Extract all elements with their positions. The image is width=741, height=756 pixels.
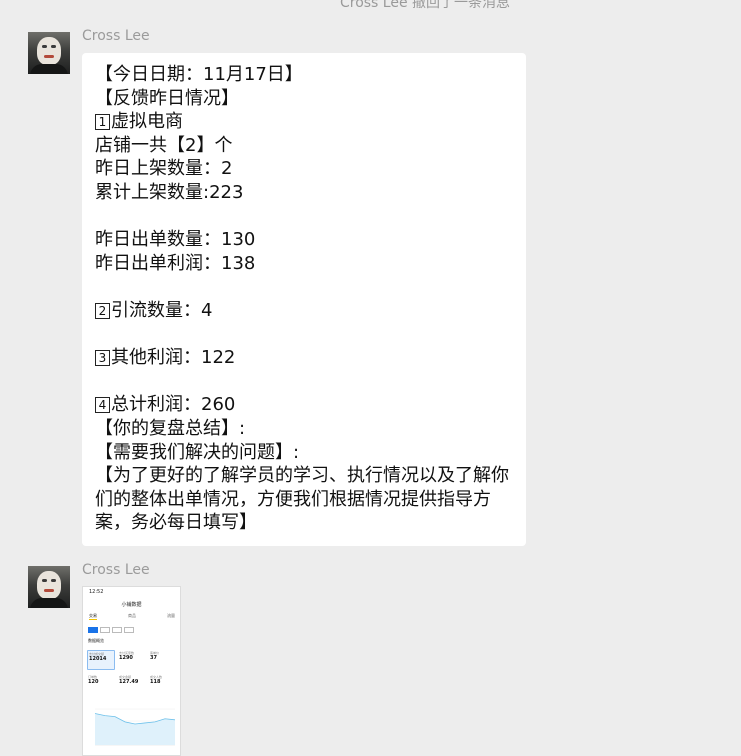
phone-metrics-grid: 支付成交额 12014 支付买家数 1290 客单价 37 订单数 120 成交金额 127.49… [87, 650, 177, 694]
keycap-number-icon: 1 [95, 114, 110, 131]
message-line-text: 【今日日期：11月17日】 [95, 64, 303, 85]
message-line-text: 其他利润：122 [111, 347, 236, 369]
message-line: 【反馈昨日情况】 [95, 87, 526, 111]
phone-metric-card: 成交人数 118 [149, 674, 177, 694]
message-line: 【需要我们解决的问题】: [95, 441, 526, 465]
message-line [95, 370, 526, 394]
sender-name: Cross Lee [82, 562, 150, 578]
message-line: 昨日出单数量：130 [95, 228, 526, 252]
keycap-number-icon: 4 [95, 397, 110, 414]
message-line-text: 引流数量：4 [111, 299, 213, 321]
phone-status-time: 12:52 [89, 589, 104, 595]
message-line [95, 275, 526, 299]
message-line: 店铺一共【2】个 [95, 134, 526, 158]
phone-metric-value: 12014 [89, 656, 107, 662]
phone-metric-card: 成交金额 127.49 [118, 674, 146, 694]
message-line: 【今日日期：11月17日】 [95, 63, 526, 87]
phone-tab: 商品 [128, 613, 136, 618]
phone-metric-value: 127.49 [119, 679, 139, 685]
message-line-text: 昨日上架数量：2 [95, 158, 233, 180]
phone-metric-card: 支付成交额 12014 [87, 650, 115, 670]
message-line-text: 虚拟电商 [111, 111, 183, 133]
message-line: 3 其他利润：122 [95, 346, 526, 370]
message-line [95, 323, 526, 347]
message-bubble[interactable]: 【今日日期：11月17日】 【反馈昨日情况】 1 虚拟电商 店铺一共【2】个 昨日上架数量… [82, 53, 526, 546]
phone-tab: 流量 [167, 613, 175, 618]
message-line: 昨日上架数量：2 [95, 157, 526, 181]
message-line-text: 昨日出单数量：130 [95, 229, 256, 251]
message-line: 2 引流数量：4 [95, 299, 526, 323]
sender-avatar[interactable] [28, 32, 70, 74]
phone-metric-card: 客单价 37 [149, 650, 177, 670]
message-line-text: 总计利润：260 [111, 394, 236, 416]
message-line [95, 205, 526, 229]
phone-metric-card: 支付买家数 1290 [118, 650, 146, 670]
message-line-text: 店铺一共【2】个 [95, 134, 233, 156]
phone-metric-value: 120 [88, 679, 99, 685]
phone-trend-chart [94, 708, 176, 746]
sender-name: Cross Lee [82, 28, 150, 44]
phone-page-title: 小铺数据 [121, 602, 142, 608]
message-line: 【你的复盘总结】: [95, 417, 526, 441]
recall-notice: Cross Lee 撤回了一条消息 [339, 0, 511, 11]
sender-avatar[interactable] [28, 566, 70, 608]
message-line-text: 【你的复盘总结】: [95, 417, 246, 439]
phone-metric-value: 1290 [119, 655, 133, 661]
phone-tab: 交易 [89, 613, 97, 620]
keycap-number-icon: 3 [95, 350, 110, 367]
message-line-text: 【需要我们解决的问题】: [95, 441, 300, 463]
image-message[interactable]: 12:52 小铺数据 交易 商品 流量 数据概览 支付成交额 12014 支付买家数… [82, 586, 181, 756]
phone-metric-card: 订单数 120 [87, 674, 115, 694]
phone-metric-value: 118 [150, 679, 161, 685]
message-line: 昨日出单利润：138 [95, 252, 526, 276]
phone-metric-value: 37 [150, 655, 157, 661]
message-line-text: 【为了更好的了解学员的学习、执行情况以及了解你们的整体出单情况，方便我们根据情况… [95, 465, 509, 534]
message-line: 1 虚拟电商 [95, 110, 526, 134]
message-line-text: 【反馈昨日情况】 [95, 87, 239, 109]
phone-tabs: 交易 商品 流量 [89, 613, 175, 620]
message-line-text: 累计上架数量:223 [95, 181, 244, 203]
message-line: 4 总计利润：260 [95, 393, 526, 417]
keycap-number-icon: 2 [95, 302, 110, 319]
message-line: 【为了更好的了解学员的学习、执行情况以及了解你们的整体出单情况，方便我们根据情况… [95, 464, 517, 535]
phone-trend-area [95, 713, 175, 745]
message-line-text: 昨日出单利润：138 [95, 252, 256, 274]
phone-filter-chips [88, 627, 134, 633]
message-line: 累计上架数量:223 [95, 181, 526, 205]
phone-section-title: 数据概览 [88, 638, 104, 643]
